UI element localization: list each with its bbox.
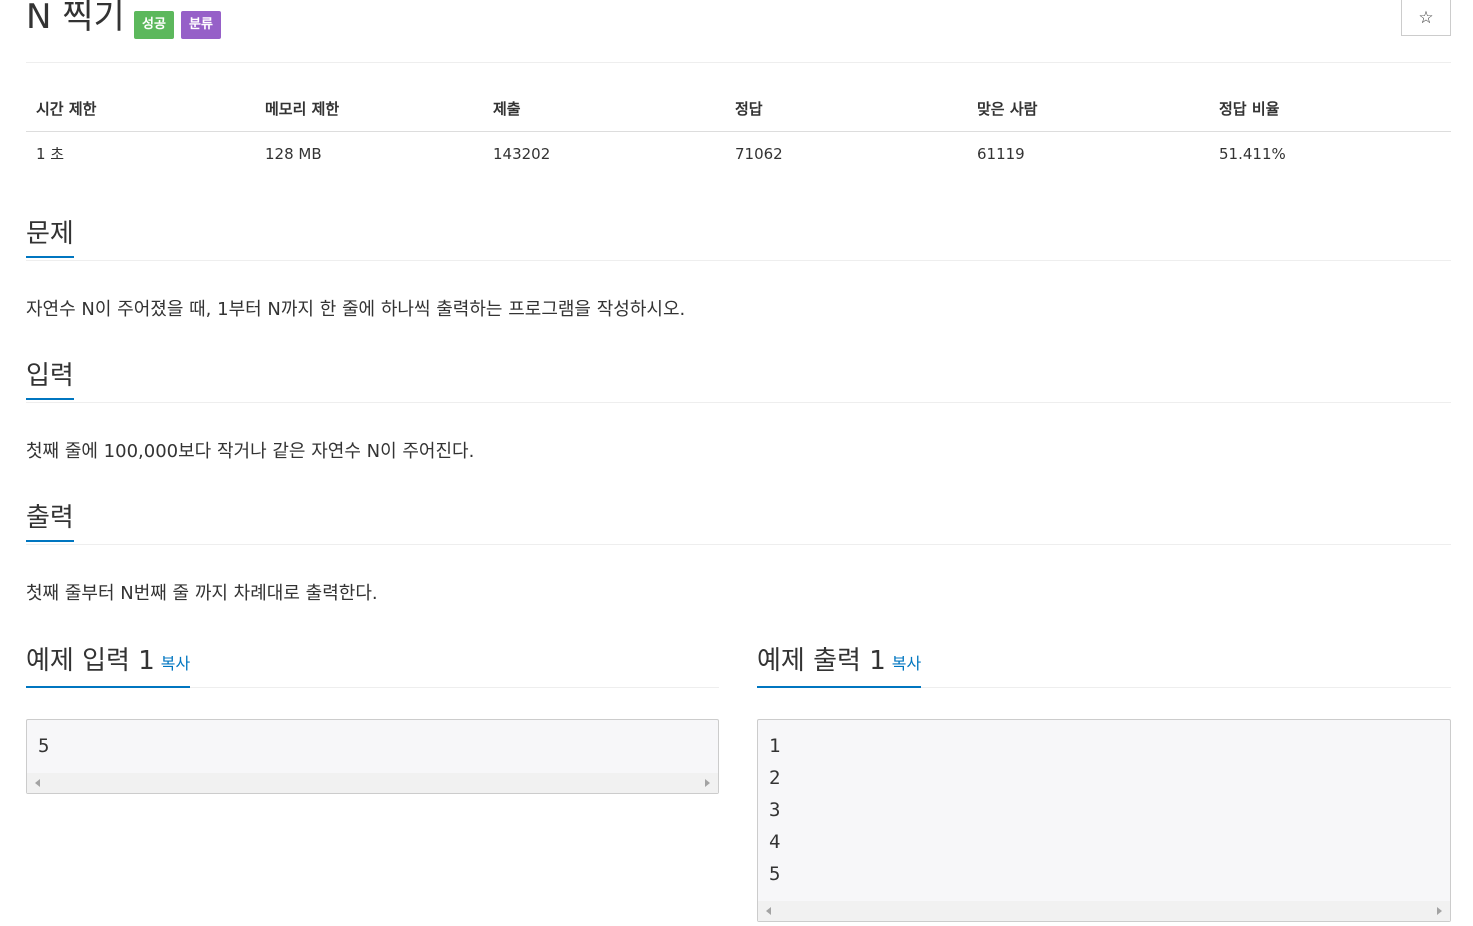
category-badge[interactable]: 분류 — [181, 11, 221, 39]
value-memory-limit: 128 MB — [265, 145, 322, 163]
input-heading: 입력 — [26, 358, 74, 400]
sample-input-title: 예제 입력 1 — [26, 646, 155, 676]
header-solved-users: 맞은 사람 — [977, 100, 1038, 118]
problem-section-header: 문제 — [26, 216, 1451, 261]
sample-output-title: 예제 출력 1 — [757, 646, 886, 676]
output-description: 첫째 줄부터 N번째 줄 까지 차례대로 출력한다. — [26, 583, 378, 604]
value-accepted: 71062 — [735, 145, 783, 163]
problem-heading: 문제 — [26, 216, 74, 258]
sample-input-line: 5 — [38, 735, 50, 757]
value-time-limit: 1 초 — [36, 145, 65, 163]
output-section-header: 출력 — [26, 500, 1451, 545]
value-accept-ratio: 51.411% — [1219, 145, 1286, 163]
header-time-limit: 시간 제한 — [36, 100, 97, 118]
header-accept-ratio: 정답 비율 — [1219, 100, 1280, 118]
problem-info-table: 시간 제한 메모리 제한 제출 정답 맞은 사람 정답 비율 1 초 128 M… — [26, 87, 1451, 176]
value-solved-users[interactable]: 61119 — [977, 132, 1025, 176]
input-section-header: 입력 — [26, 358, 1451, 403]
title-row: N 찍기 성공 분류 ☆ — [26, 0, 1451, 63]
sample-input-box[interactable]: 5 — [26, 719, 719, 794]
sample-output-box[interactable]: 1 2 3 4 5 — [757, 719, 1451, 922]
sample-output-line: 2 — [769, 767, 781, 789]
sample-input-heading: 예제 입력 1 복사 — [26, 643, 191, 688]
info-header-row: 시간 제한 메모리 제한 제출 정답 맞은 사람 정답 비율 — [26, 87, 1451, 132]
copy-sample-input-button[interactable]: 복사 — [161, 654, 190, 673]
sample-input-header: 예제 입력 1 복사 — [26, 643, 719, 688]
sample-output-line: 4 — [769, 831, 781, 853]
sample-input-lines: 5 — [38, 730, 49, 762]
sample-output-line: 1 — [769, 735, 781, 757]
scroll-right-icon[interactable] — [1437, 907, 1442, 915]
sample-output-header: 예제 출력 1 복사 — [757, 643, 1451, 688]
sample-output-lines: 1 2 3 4 5 — [769, 730, 780, 890]
success-badge[interactable]: 성공 — [134, 11, 174, 39]
output-heading: 출력 — [26, 500, 74, 542]
value-submissions[interactable]: 143202 — [493, 132, 550, 176]
sample-output-line: 3 — [769, 799, 781, 821]
problem-description: 자연수 N이 주어졌을 때, 1부터 N까지 한 줄에 하나씩 출력하는 프로그… — [26, 299, 686, 320]
scroll-right-icon[interactable] — [705, 779, 710, 787]
star-icon: ☆ — [1418, 7, 1434, 28]
star-button[interactable]: ☆ — [1401, 0, 1451, 36]
header-accepted: 정답 — [735, 100, 763, 118]
sample-input-scrollbar[interactable] — [27, 773, 718, 793]
copy-sample-output-button[interactable]: 복사 — [892, 654, 921, 673]
page-title: N 찍기 — [26, 0, 125, 37]
sample-output-line: 5 — [769, 863, 781, 885]
input-description: 첫째 줄에 100,000보다 작거나 같은 자연수 N이 주어진다. — [26, 441, 475, 462]
sample-output-scrollbar[interactable] — [758, 901, 1450, 921]
sample-output-heading: 예제 출력 1 복사 — [757, 643, 922, 688]
info-value-row: 1 초 128 MB 143202 71062 61119 51.411% — [26, 132, 1451, 176]
scroll-left-icon[interactable] — [766, 907, 771, 915]
header-submissions: 제출 — [493, 100, 521, 118]
scroll-left-icon[interactable] — [35, 779, 40, 787]
header-memory-limit: 메모리 제한 — [265, 100, 340, 118]
